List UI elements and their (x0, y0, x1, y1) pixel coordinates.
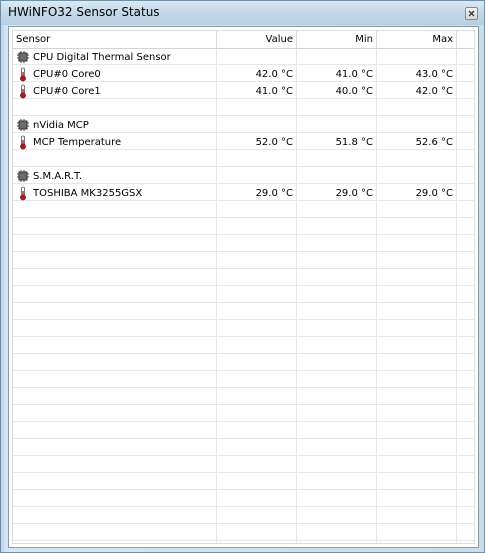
sensor-min: 29.0 °C (335, 188, 373, 199)
chip-icon (17, 170, 29, 182)
sensor-row[interactable]: TOSHIBA MK3255GSX 29.0 °C 29.0 °C 29.0 °… (13, 185, 474, 202)
chip-icon (17, 119, 29, 131)
sensor-table: Sensor Value Min Max CPU Digital Thermal… (12, 30, 475, 544)
sensor-value: 42.0 °C (255, 69, 293, 80)
sensor-name: TOSHIBA MK3255GSX (33, 188, 143, 199)
empty-row (13, 100, 474, 117)
sensor-name: CPU#0 Core1 (33, 86, 101, 97)
group-row[interactable]: nVidia MCP (13, 117, 474, 134)
sensor-value: 29.0 °C (255, 188, 293, 199)
thermometer-icon (20, 84, 26, 99)
sensor-row[interactable]: CPU#0 Core1 41.0 °C 40.0 °C 42.0 °C (13, 83, 474, 100)
sensor-rows: CPU Digital Thermal Sensor CPU#0 Core0 4… (13, 49, 474, 202)
sensor-row[interactable]: CPU#0 Core0 42.0 °C 41.0 °C 43.0 °C (13, 66, 474, 83)
column-header-sensor[interactable]: Sensor (16, 33, 50, 47)
sensor-min: 40.0 °C (335, 86, 373, 97)
chip-icon (17, 51, 29, 63)
header-separator[interactable] (456, 31, 457, 48)
sensor-max: 42.0 °C (415, 86, 453, 97)
group-row[interactable]: S.M.A.R.T. (13, 168, 474, 185)
sensor-name: MCP Temperature (33, 137, 122, 148)
column-header-value[interactable]: Value (216, 33, 293, 47)
group-row[interactable]: CPU Digital Thermal Sensor (13, 49, 474, 66)
sensor-value: 52.0 °C (255, 137, 293, 148)
column-header-max[interactable]: Max (376, 33, 453, 47)
column-header-min[interactable]: Min (296, 33, 373, 47)
sensor-status-window: HWiNFO32 Sensor Status Sensor Value Min … (0, 0, 485, 553)
sensor-min: 51.8 °C (335, 137, 373, 148)
thermometer-icon (20, 67, 26, 82)
sensor-list-panel: Sensor Value Min Max CPU Digital Thermal… (8, 26, 479, 548)
group-name: S.M.A.R.T. (33, 171, 83, 182)
sensor-name: CPU#0 Core0 (33, 69, 101, 80)
group-name: CPU Digital Thermal Sensor (33, 52, 171, 63)
sensor-min: 41.0 °C (335, 69, 373, 80)
sensor-max: 52.6 °C (415, 137, 453, 148)
empty-row (13, 151, 474, 168)
sensor-max: 43.0 °C (415, 69, 453, 80)
table-header: Sensor Value Min Max (13, 31, 474, 49)
sensor-max: 29.0 °C (415, 188, 453, 199)
window-title: HWiNFO32 Sensor Status (8, 5, 160, 19)
sensor-row[interactable]: MCP Temperature 52.0 °C 51.8 °C 52.6 °C (13, 134, 474, 151)
sensor-value: 41.0 °C (255, 86, 293, 97)
close-button[interactable] (465, 7, 478, 20)
close-icon (468, 10, 475, 17)
title-bar[interactable]: HWiNFO32 Sensor Status (1, 1, 484, 25)
thermometer-icon (20, 186, 26, 201)
group-name: nVidia MCP (33, 120, 89, 131)
thermometer-icon (20, 135, 26, 150)
